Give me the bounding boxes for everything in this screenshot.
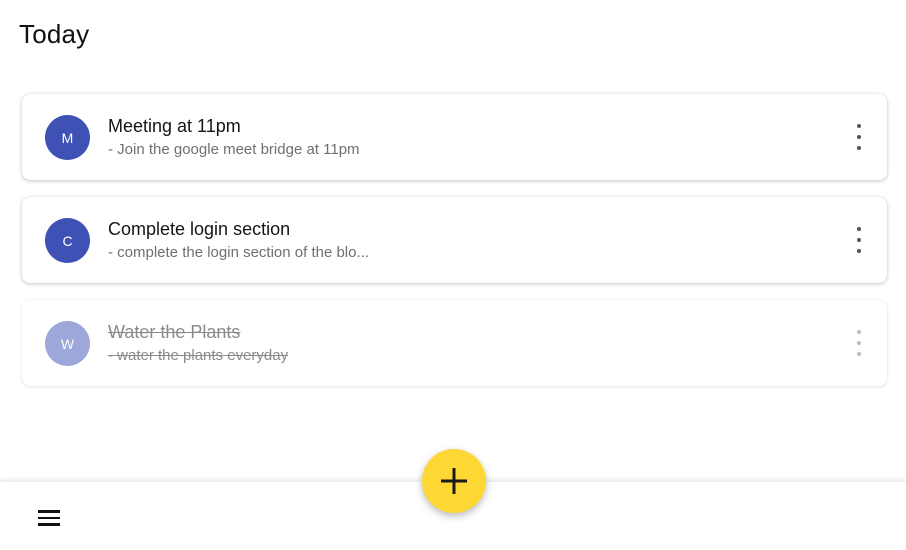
more-vert-icon[interactable] <box>851 330 867 356</box>
add-task-button[interactable] <box>422 449 486 513</box>
dot <box>857 135 861 139</box>
plus-icon <box>441 468 467 494</box>
task-text: Complete login section - complete the lo… <box>108 217 369 264</box>
dot <box>857 330 861 334</box>
dot <box>857 238 861 242</box>
dot <box>857 249 861 253</box>
task-subtitle: - water the plants everyday <box>108 347 289 364</box>
more-vert-icon[interactable] <box>851 124 867 150</box>
dot <box>857 352 861 356</box>
task-title: Complete login section <box>108 219 291 239</box>
task-title: Water the Plants <box>108 322 241 342</box>
task-card[interactable]: M Meeting at 11pm - Join the google meet… <box>22 94 887 180</box>
dot <box>857 146 861 150</box>
avatar-letter: C <box>62 232 73 249</box>
more-vert-icon[interactable] <box>851 227 867 253</box>
task-subtitle: - Join the google meet bridge at 11pm <box>108 141 360 158</box>
menu-line <box>38 510 60 513</box>
task-text: Meeting at 11pm - Join the google meet b… <box>108 114 360 161</box>
menu-icon[interactable] <box>38 510 60 526</box>
avatar-letter: M <box>61 129 74 146</box>
task-title: Meeting at 11pm <box>108 116 241 136</box>
menu-line <box>38 523 60 526</box>
avatar: M <box>45 115 90 160</box>
task-list: M Meeting at 11pm - Join the google meet… <box>22 94 887 403</box>
task-subtitle: - complete the login section of the blo.… <box>108 244 369 261</box>
avatar-letter: W <box>60 335 75 352</box>
dot <box>857 227 861 231</box>
dot <box>857 341 861 345</box>
app: Today M Meeting at 11pm - Join the googl… <box>0 0 906 550</box>
menu-line <box>38 516 60 519</box>
page-title: Today <box>19 19 90 49</box>
dot <box>857 124 861 128</box>
task-card-completed[interactable]: W Water the Plants - water the plants ev… <box>22 300 887 386</box>
avatar: C <box>45 218 90 263</box>
task-card[interactable]: C Complete login section - complete the … <box>22 197 887 283</box>
avatar: W <box>45 321 90 366</box>
task-text: Water the Plants - water the plants ever… <box>108 320 288 367</box>
